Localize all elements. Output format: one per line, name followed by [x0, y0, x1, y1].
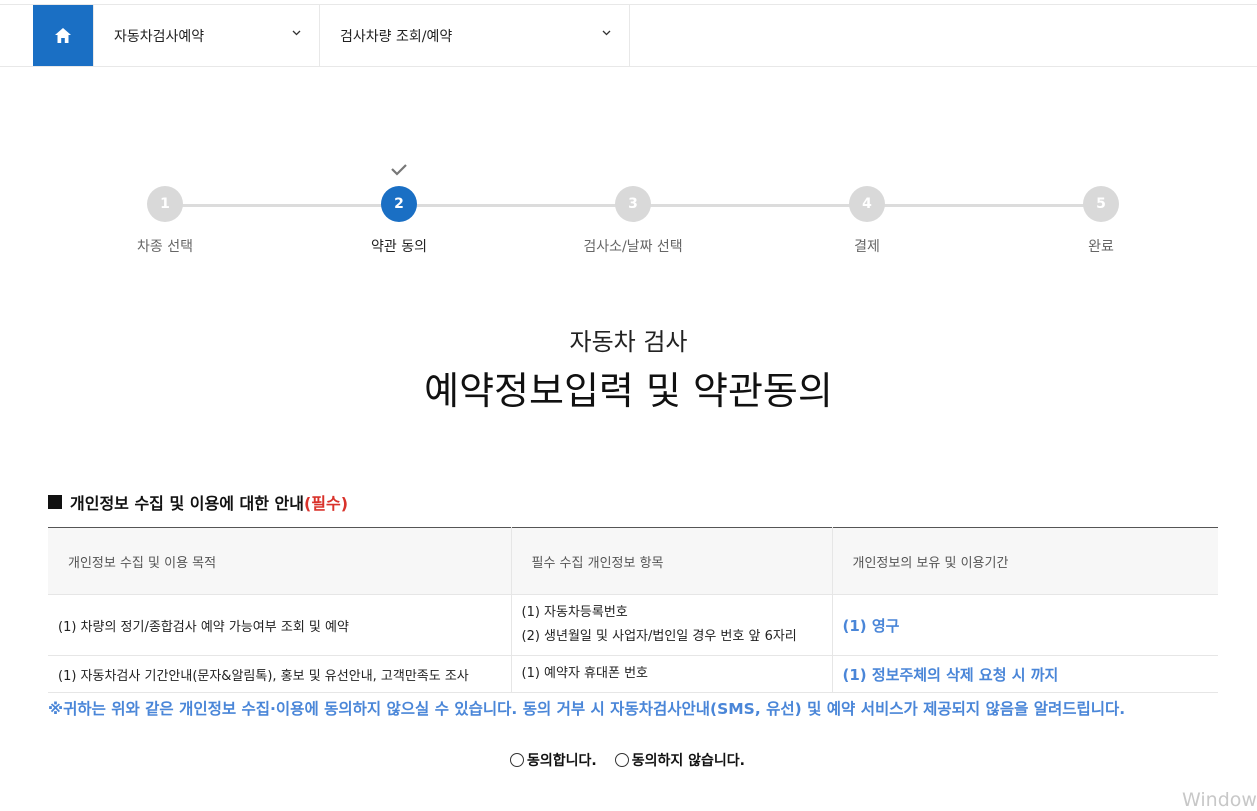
agree-label[interactable]: 동의합니다.	[527, 750, 597, 770]
disagree-radio[interactable]	[614, 753, 629, 767]
table-header: 개인정보의 보유 및 이용기간	[832, 527, 1218, 595]
step-4: 4 결제	[767, 186, 967, 256]
windows-activation-watermark: Window	[1182, 789, 1257, 811]
consent-radio-group: 동의합니다. 동의하지 않습니다.	[510, 750, 763, 770]
step-label: 차종 선택	[137, 239, 193, 255]
step-3: 3 검사소/날짜 선택	[533, 186, 733, 256]
home-button[interactable]	[33, 5, 93, 66]
step-number: 5	[1083, 186, 1119, 222]
purpose-cell: (1) 차량의 정기/종합검사 예약 가능여부 조회 및 예약	[48, 594, 512, 656]
step-label: 검사소/날짜 선택	[583, 239, 683, 255]
step-number: 1	[147, 186, 183, 222]
item-line: (1) 자동차등록번호	[521, 605, 628, 620]
section-heading-text: 개인정보 수집 및 이용에 대한 안내	[70, 494, 304, 513]
step-1: 1 차종 선택	[65, 186, 265, 256]
table-header: 개인정보 수집 및 이용 목적	[48, 527, 512, 595]
agree-option[interactable]: 동의합니다.	[510, 750, 597, 770]
page-title: 예약정보입력 및 약관동의	[424, 369, 833, 413]
chevron-down-icon	[292, 30, 301, 36]
step-2-current: 2 약관 동의	[299, 186, 499, 256]
period-cell: (1) 정보주체의 삭제 요청 시 까지	[832, 655, 1218, 693]
section-heading: 개인정보 수집 및 이용에 대한 안내 (필수)	[48, 490, 348, 514]
table-row: (1) 자동차검사 기간안내(문자&알림톡), 홍보 및 유선안내, 고객만족도…	[48, 655, 1218, 693]
privacy-table: 개인정보 수집 및 이용 목적 필수 수집 개인정보 항목 개인정보의 보유 및…	[48, 527, 1218, 693]
category-dropdown-label: 자동차검사예약	[114, 28, 205, 45]
items-cell: (1) 예약자 휴대폰 번호	[511, 655, 833, 693]
step-number: 4	[849, 186, 885, 222]
check-icon	[391, 164, 407, 176]
step-label: 결제	[854, 239, 880, 255]
subcategory-dropdown-label: 검사차량 조회/예약	[340, 28, 453, 45]
square-bullet-icon	[48, 495, 62, 509]
category-dropdown[interactable]: 자동차검사예약	[93, 5, 320, 66]
agree-radio[interactable]	[510, 753, 524, 767]
table-header: 필수 수집 개인정보 항목	[511, 527, 833, 595]
step-number: 3	[615, 186, 651, 222]
item-line: (2) 생년월일 및 사업자/법인일 경우 번호 앞 6자리	[521, 629, 797, 644]
chevron-down-icon	[602, 30, 611, 36]
disagree-option[interactable]: 동의하지 않습니다.	[614, 750, 745, 770]
item-line: (1) 예약자 휴대폰 번호	[521, 666, 649, 681]
top-nav: 자동차검사예약 검사차량 조회/예약	[0, 4, 1257, 67]
consent-notice: ※귀하는 위와 같은 개인정보 수집·이용에 동의하지 않으실 수 있습니다. …	[48, 700, 1126, 718]
page-subtitle: 자동차 검사	[569, 328, 688, 356]
home-icon	[55, 28, 71, 43]
table-header-row: 개인정보 수집 및 이용 목적 필수 수집 개인정보 항목 개인정보의 보유 및…	[48, 527, 1218, 595]
subcategory-dropdown[interactable]: 검사차량 조회/예약	[320, 5, 630, 66]
step-5: 5 완료	[1001, 186, 1201, 256]
period-cell: (1) 영구	[832, 594, 1218, 656]
step-label: 약관 동의	[371, 239, 427, 255]
step-number: 2	[381, 186, 417, 222]
purpose-cell: (1) 자동차검사 기간안내(문자&알림톡), 홍보 및 유선안내, 고객만족도…	[48, 655, 512, 693]
step-label: 완료	[1088, 239, 1114, 255]
items-cell: (1) 자동차등록번호 (2) 생년월일 및 사업자/법인일 경우 번호 앞 6…	[511, 594, 833, 656]
table-row: (1) 차량의 정기/종합검사 예약 가능여부 조회 및 예약 (1) 자동차등…	[48, 594, 1218, 656]
required-badge: (필수)	[303, 494, 349, 513]
disagree-label[interactable]: 동의하지 않습니다.	[632, 750, 745, 770]
